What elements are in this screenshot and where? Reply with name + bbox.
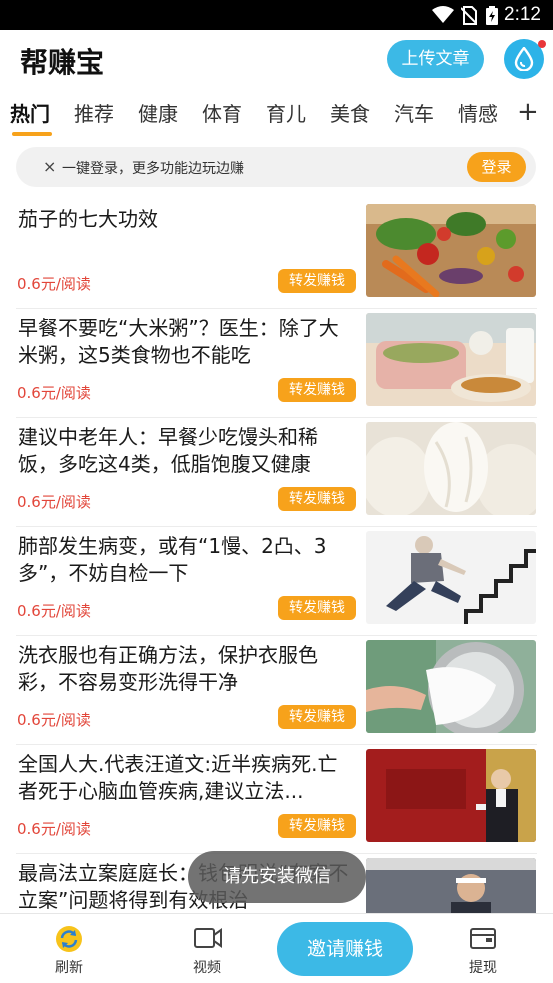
article-item[interactable]: 肺部发生病变，或有“1慢、2凸、3多”，不妨自检一下 0.6元/阅读 转发赚钱 bbox=[0, 527, 553, 636]
video-camera-icon bbox=[194, 928, 222, 948]
tab-health[interactable]: 健康 bbox=[138, 98, 178, 127]
article-title: 肺部发生病变，或有“1慢、2凸、3多”，不妨自检一下 bbox=[18, 534, 327, 585]
article-thumbnail bbox=[366, 640, 536, 733]
wifi-icon bbox=[432, 6, 454, 28]
nav-video[interactable]: 视频 bbox=[167, 914, 247, 983]
tab-parenting[interactable]: 育儿 bbox=[266, 98, 306, 127]
nav-withdraw[interactable]: 提现 bbox=[443, 914, 523, 983]
add-tab-button[interactable]: + bbox=[517, 98, 539, 126]
tab-food[interactable]: 美食 bbox=[330, 98, 370, 127]
login-button[interactable]: 登录 bbox=[467, 152, 526, 182]
article-price: 0.6元/阅读 bbox=[17, 493, 91, 511]
toast-message: 请先安装微信 bbox=[188, 851, 366, 903]
status-bar: 2:12 bbox=[0, 0, 553, 30]
article-price: 0.6元/阅读 bbox=[17, 711, 91, 729]
notification-dot bbox=[538, 40, 546, 48]
nav-withdraw-label: 提现 bbox=[469, 960, 497, 976]
tab-hot[interactable]: 热门 bbox=[10, 98, 50, 127]
article-thumbnail bbox=[366, 749, 536, 842]
tab-sports[interactable]: 体育 bbox=[202, 98, 242, 127]
article-item[interactable]: 茄子的七大功效 0.6元/阅读 转发赚钱 bbox=[0, 200, 553, 309]
nav-refresh-label: 刷新 bbox=[55, 960, 83, 976]
wallet-icon bbox=[470, 928, 496, 949]
article-item[interactable]: 建议中老年人：早餐少吃馒头和稀饭，多吃这4类，低脂饱腹又健康 0.6元/阅读 转… bbox=[0, 418, 553, 527]
article-price: 0.6元/阅读 bbox=[17, 820, 91, 838]
article-title: 洗衣服也有正确方法，保护衣服色彩，不容易变形洗得干净 bbox=[18, 643, 318, 694]
battery-charging-icon bbox=[486, 6, 498, 29]
refresh-icon bbox=[56, 926, 82, 952]
status-time: 2:12 bbox=[504, 4, 541, 25]
close-icon[interactable]: × bbox=[43, 157, 56, 176]
article-thumbnail bbox=[366, 858, 536, 918]
article-title: 早餐不要吃“大米粥”？医生：除了大米粥，这5类食物也不能吃 bbox=[18, 316, 339, 367]
tab-emotion[interactable]: 情感 bbox=[458, 98, 498, 127]
article-title: 茄子的七大功效 bbox=[18, 207, 158, 231]
active-tab-indicator bbox=[12, 132, 52, 136]
article-price: 0.6元/阅读 bbox=[17, 275, 91, 293]
article-title: 全国人大.代表汪道文:近半疾病死.亡者死于心脑血管疾病,建议立法... bbox=[18, 752, 338, 803]
article-thumbnail bbox=[366, 204, 536, 297]
nav-refresh[interactable]: 刷新 bbox=[29, 914, 109, 983]
water-drop-button[interactable] bbox=[504, 39, 546, 79]
share-earn-button[interactable]: 转发赚钱 bbox=[278, 378, 356, 402]
tab-car[interactable]: 汽车 bbox=[394, 98, 434, 127]
app-header: 帮赚宝 上传文章 bbox=[0, 30, 553, 90]
login-message: 一键登录，更多功能边玩边赚 bbox=[62, 161, 244, 177]
bottom-nav: 刷新 视频 邀请赚钱 提现 bbox=[0, 913, 553, 983]
article-thumbnail bbox=[366, 531, 536, 624]
article-price: 0.6元/阅读 bbox=[17, 384, 91, 402]
app-title: 帮赚宝 bbox=[20, 46, 105, 79]
share-earn-button[interactable]: 转发赚钱 bbox=[278, 814, 356, 838]
article-item[interactable]: 早餐不要吃“大米粥”？医生：除了大米粥，这5类食物也不能吃 0.6元/阅读 转发… bbox=[0, 309, 553, 418]
article-thumbnail bbox=[366, 422, 536, 515]
share-earn-button[interactable]: 转发赚钱 bbox=[278, 705, 356, 729]
login-banner: × 一键登录，更多功能边玩边赚 登录 bbox=[16, 147, 536, 187]
tab-recommend[interactable]: 推荐 bbox=[74, 98, 114, 127]
share-earn-button[interactable]: 转发赚钱 bbox=[278, 596, 356, 620]
invite-earn-button[interactable]: 邀请赚钱 bbox=[277, 922, 413, 976]
article-item[interactable]: 洗衣服也有正确方法，保护衣服色彩，不容易变形洗得干净 0.6元/阅读 转发赚钱 bbox=[0, 636, 553, 745]
no-sim-icon bbox=[460, 6, 478, 29]
article-thumbnail bbox=[366, 313, 536, 406]
article-item[interactable]: 全国人大.代表汪道文:近半疾病死.亡者死于心脑血管疾病,建议立法... 0.6元… bbox=[0, 745, 553, 854]
nav-video-label: 视频 bbox=[193, 960, 221, 976]
article-title: 建议中老年人：早餐少吃馒头和稀饭，多吃这4类，低脂饱腹又健康 bbox=[18, 425, 318, 476]
upload-article-button[interactable]: 上传文章 bbox=[387, 40, 484, 78]
share-earn-button[interactable]: 转发赚钱 bbox=[278, 487, 356, 511]
article-price: 0.6元/阅读 bbox=[17, 602, 91, 620]
category-tabs: 热门 推荐 健康 体育 育儿 美食 汽车 情感 + bbox=[0, 92, 553, 138]
water-drop-icon bbox=[514, 47, 534, 71]
share-earn-button[interactable]: 转发赚钱 bbox=[278, 269, 356, 293]
